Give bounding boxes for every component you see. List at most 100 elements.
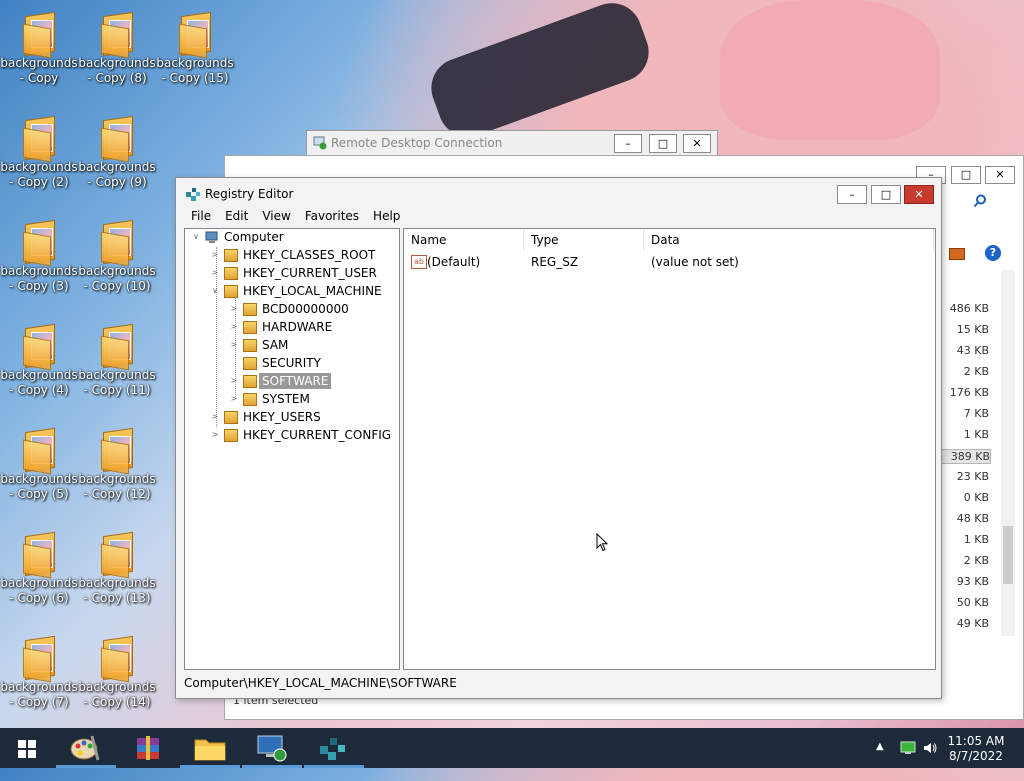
desktop-icon-backgrounds-copy[interactable]: backgrounds - Copy: [0, 10, 78, 86]
desktop-icon-label: - Copy (2): [9, 175, 69, 189]
desktop-icon-label: backgrounds: [78, 368, 156, 382]
minimize-button[interactable]: –: [614, 134, 642, 153]
column-header-name[interactable]: Name: [404, 229, 524, 251]
file-size: 93 KB: [956, 575, 989, 588]
chevron-right-icon[interactable]: >: [210, 268, 220, 278]
scrollbar-thumb[interactable]: [1003, 526, 1013, 584]
folder-icon: [224, 267, 238, 280]
paint-palette-icon: [70, 735, 100, 761]
remote-desktop-icon: [313, 136, 327, 150]
desktop-icon-backgrounds-copy-12[interactable]: backgrounds - Copy (12): [78, 426, 156, 502]
desktop-icon-backgrounds-copy-4[interactable]: backgrounds - Copy (4): [0, 322, 78, 398]
maximize-button[interactable]: □: [649, 134, 677, 153]
desktop-icon-label: backgrounds: [78, 576, 156, 590]
close-button[interactable]: ✕: [683, 134, 711, 153]
search-icon[interactable]: [973, 194, 987, 208]
registry-values-list[interactable]: Name Type Data ab (Default) REG_SZ (valu…: [403, 228, 936, 670]
maximize-button[interactable]: □: [871, 185, 901, 204]
desktop-icon-label: backgrounds: [0, 264, 78, 278]
menu-view[interactable]: View: [255, 208, 297, 224]
volume-icon[interactable]: [922, 741, 938, 755]
tree-node-label: SYSTEM: [262, 392, 310, 406]
network-icon[interactable]: [900, 741, 916, 755]
chevron-right-icon[interactable]: >: [229, 322, 239, 332]
chevron-down-icon[interactable]: ∨: [191, 232, 201, 242]
value-row[interactable]: ab (Default) REG_SZ (value not set): [404, 253, 934, 271]
taskbar-remote-desktop[interactable]: [242, 728, 302, 768]
column-header-type[interactable]: Type: [524, 229, 644, 251]
chevron-right-icon[interactable]: >: [229, 304, 239, 314]
desktop-icon-backgrounds-copy-10[interactable]: backgrounds - Copy (10): [78, 218, 156, 294]
string-value-icon: ab: [411, 255, 427, 269]
help-icon[interactable]: ?: [985, 245, 1001, 261]
chevron-right-icon[interactable]: >: [210, 430, 220, 440]
close-button[interactable]: ✕: [985, 166, 1015, 184]
desktop-icon-backgrounds-copy-3[interactable]: backgrounds - Copy (3): [0, 218, 78, 294]
desktop-icon-backgrounds-copy-15[interactable]: backgrounds - Copy (15): [156, 10, 234, 86]
show-hidden-icons-button[interactable]: ▲: [876, 741, 884, 781]
desktop-icon-backgrounds-copy-6[interactable]: backgrounds - Copy (6): [0, 530, 78, 606]
desktop-icon-backgrounds-copy-5[interactable]: backgrounds - Copy (5): [0, 426, 78, 502]
chevron-right-icon[interactable]: >: [210, 412, 220, 422]
start-button[interactable]: [0, 728, 60, 768]
computer-icon: [205, 231, 218, 243]
chevron-right-icon[interactable]: >: [229, 340, 239, 350]
taskbar-registry-editor[interactable]: [304, 728, 364, 768]
file-size: 176 KB: [949, 386, 989, 399]
menu-file[interactable]: File: [184, 208, 218, 224]
folder-icon: [21, 634, 57, 683]
desktop-icon-backgrounds-copy-13[interactable]: backgrounds - Copy (13): [78, 530, 156, 606]
winrar-icon: [137, 736, 159, 760]
taskbar-winrar[interactable]: [118, 728, 178, 768]
menu-edit[interactable]: Edit: [218, 208, 255, 224]
file-size: 1 KB: [963, 533, 989, 546]
taskbar-file-explorer[interactable]: [180, 728, 240, 768]
desktop-icon-backgrounds-copy-11[interactable]: backgrounds - Copy (11): [78, 322, 156, 398]
remote-desktop-window[interactable]: Remote Desktop Connection – □ ✕: [306, 130, 718, 158]
desktop-icon-label: - Copy (15): [161, 71, 229, 85]
desktop-icon-backgrounds-copy-9[interactable]: backgrounds - Copy (9): [78, 114, 156, 190]
desktop-icon-backgrounds-copy-8[interactable]: backgrounds - Copy (8): [78, 10, 156, 86]
tree-node-label: Computer: [224, 230, 284, 244]
chevron-right-icon[interactable]: >: [229, 394, 239, 404]
file-size: 1 KB: [963, 428, 989, 441]
folder-icon: [99, 218, 135, 267]
folder-icon: [243, 303, 257, 316]
ribbon-icon[interactable]: [949, 248, 965, 260]
remote-desktop-title: Remote Desktop Connection: [331, 136, 503, 150]
folder-icon: [243, 375, 257, 388]
registry-editor-window[interactable]: Registry Editor – □ ✕ File Edit View Fav…: [175, 177, 942, 699]
mouse-cursor-icon: [596, 533, 609, 552]
file-size: 23 KB: [956, 470, 989, 483]
folder-icon: [224, 249, 238, 262]
desktop-icon-backgrounds-copy-14[interactable]: backgrounds - Copy (14): [78, 634, 156, 710]
window-title: Registry Editor: [205, 187, 294, 201]
maximize-button[interactable]: □: [951, 166, 981, 184]
clock-time: 11:05 AM: [947, 734, 1005, 748]
folder-icon: [99, 114, 135, 163]
desktop-icon-label: backgrounds: [0, 576, 78, 590]
desktop-icon-label: - Copy (10): [83, 279, 151, 293]
column-header-data[interactable]: Data: [644, 229, 934, 251]
registry-tree[interactable]: ∨ Computer > HKEY_CLASSES_ROOT > HKEY_CU…: [184, 228, 400, 670]
file-size: 43 KB: [956, 344, 989, 357]
file-size: 486 KB: [949, 302, 989, 315]
tree-node-label: BCD00000000: [262, 302, 349, 316]
desktop-icon-label: backgrounds: [78, 160, 156, 174]
menu-favorites[interactable]: Favorites: [298, 208, 366, 224]
close-button[interactable]: ✕: [904, 185, 934, 204]
tree-node-label: HARDWARE: [262, 320, 333, 334]
folder-icon: [194, 739, 226, 761]
desktop-icon-backgrounds-copy-7[interactable]: backgrounds - Copy (7): [0, 634, 78, 710]
folder-icon: [21, 322, 57, 371]
chevron-right-icon[interactable]: >: [229, 376, 239, 386]
menu-help[interactable]: Help: [366, 208, 407, 224]
chevron-down-icon[interactable]: ∨: [210, 286, 220, 296]
chevron-right-icon[interactable]: >: [210, 250, 220, 260]
folder-icon: [99, 634, 135, 683]
system-clock[interactable]: 11:05 AM 8/7/2022: [942, 734, 1010, 764]
minimize-button[interactable]: –: [837, 185, 867, 204]
desktop-icon-backgrounds-copy-2[interactable]: backgrounds - Copy (2): [0, 114, 78, 190]
taskbar-paint[interactable]: [56, 728, 116, 768]
tree-node-label-selected: SOFTWARE: [259, 373, 332, 389]
